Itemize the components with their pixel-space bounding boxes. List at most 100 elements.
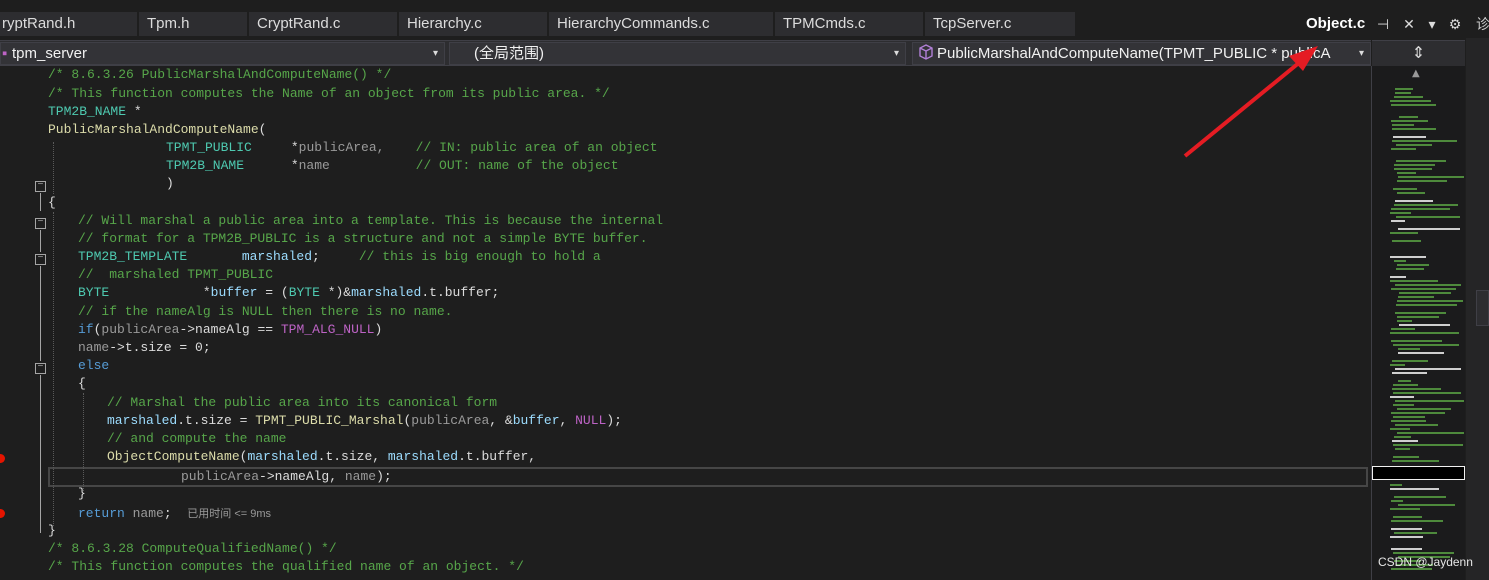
minimap-line — [1399, 292, 1451, 294]
code-line: TPM2B_TEMPLATE marshaled; // this is big… — [78, 248, 601, 266]
diagnostics-panel-tab[interactable]: 诊 — [1476, 14, 1489, 34]
code-text: ; — [163, 506, 172, 521]
project-dropdown[interactable]: ▪ tpm_server ▾ — [0, 42, 445, 65]
minimap-line — [1394, 164, 1435, 166]
minimap-line — [1393, 344, 1459, 346]
chevron-down-icon: ▾ — [1358, 48, 1364, 59]
minimap-line — [1395, 368, 1461, 370]
code-text: , — [559, 413, 576, 428]
tab-label: TPMCmds.c — [783, 15, 866, 32]
tab-tpm-h[interactable]: Tpm.h — [139, 12, 247, 36]
perf-tip-elapsed-time[interactable]: 已用时间 <= 9ms — [187, 508, 271, 520]
minimap-line — [1394, 436, 1411, 438]
navigation-bar: ▪ tpm_server ▾ (全局范围) ▾ PublicMarshalAnd… — [0, 40, 1371, 66]
function-name: TPMT_PUBLIC_Marshal — [255, 413, 404, 428]
minimap-line — [1397, 300, 1463, 302]
project-icon: ▪ — [2, 45, 8, 62]
parameter-name: name — [298, 158, 330, 173]
minimap-line — [1392, 460, 1439, 462]
type-name: TPMT_PUBLIC — [166, 140, 252, 155]
minimap-line — [1392, 440, 1418, 442]
minimap-line — [1398, 348, 1420, 350]
scroll-up-icon[interactable]: ▲ — [1412, 68, 1420, 79]
tab-hierarchy-c[interactable]: Hierarchy.c — [399, 12, 547, 36]
member-dropdown[interactable]: PublicMarshalAndComputeName(TPMT_PUBLIC … — [912, 42, 1371, 65]
scope-dropdown[interactable]: (全局范围) ▾ — [449, 42, 906, 65]
code-text: .t.size, — [317, 449, 388, 464]
minimap-line — [1394, 96, 1423, 98]
split-icon: ⇕ — [1411, 43, 1426, 62]
minimap-line — [1397, 172, 1416, 174]
code-line: publicArea->nameAlg, name); — [181, 468, 392, 486]
code-editor[interactable]: − − − − /* 8.6.3.26 PublicMarshalAndComp… — [0, 66, 1370, 580]
breakpoint-icon[interactable] — [0, 454, 5, 463]
fold-glyph: − — [37, 180, 44, 191]
code-line: // Marshal the public area into its cano… — [107, 394, 497, 412]
gear-icon[interactable]: ⚙ — [1446, 14, 1464, 36]
code-line: /* 8.6.3.26 PublicMarshalAndComputeName(… — [48, 66, 391, 84]
pin-icon[interactable]: ⊣ — [1375, 14, 1391, 36]
tab-cryptrand-h[interactable]: ryptRand.h — [0, 12, 137, 36]
minimap-line — [1391, 120, 1428, 122]
variable-name: buffer — [512, 413, 560, 428]
code-line: /* This function computes the Name of an… — [48, 85, 610, 103]
minimap-line — [1393, 392, 1461, 394]
parameter-name: publicArea — [181, 469, 260, 484]
fold-toggle-icon[interactable]: − — [35, 254, 46, 265]
tab-cryptrand-c[interactable]: CryptRand.c — [249, 12, 397, 36]
code-line: return name; 已用时间 <= 9ms — [78, 505, 271, 523]
tab-tpmcmds-c[interactable]: TPMCmds.c — [775, 12, 923, 36]
fold-toggle-icon[interactable]: − — [35, 181, 46, 192]
side-panel-tab[interactable] — [1476, 290, 1489, 326]
fold-toggle-icon[interactable]: − — [35, 218, 46, 229]
code-text: { — [48, 195, 56, 210]
code-text: * — [244, 158, 299, 173]
code-text: ) — [374, 322, 383, 337]
code-line: // Will marshal a public area into a tem… — [78, 212, 663, 230]
fold-toggle-icon[interactable]: − — [35, 363, 46, 374]
minimap-line — [1390, 488, 1439, 490]
minimap-line — [1390, 428, 1410, 430]
breakpoint-icon[interactable] — [0, 509, 5, 518]
minimap-line — [1390, 484, 1402, 486]
code-line: PublicMarshalAndComputeName( — [48, 121, 266, 139]
minimap-line — [1394, 532, 1437, 534]
tab-tcpserver-c[interactable]: TcpServer.c — [925, 12, 1075, 36]
minimap-line — [1390, 396, 1414, 398]
variable-name: marshaled — [351, 285, 422, 300]
code-line: } — [78, 485, 86, 503]
minimap-line — [1395, 88, 1413, 90]
minimap-line — [1397, 316, 1439, 318]
minimap-line — [1390, 256, 1426, 258]
tab-list-dropdown-icon[interactable]: ▾ — [1424, 14, 1440, 36]
minimap-viewport-indicator[interactable] — [1372, 466, 1465, 480]
minimap-line — [1390, 508, 1420, 510]
split-window-button[interactable]: ⇕ — [1372, 40, 1465, 66]
minimap-line — [1393, 416, 1425, 418]
indent-guide — [53, 212, 54, 526]
keyword: return — [78, 506, 125, 521]
code-text: ); — [606, 413, 622, 428]
code-text: ; — [312, 249, 320, 264]
minimap-line — [1398, 504, 1455, 506]
minimap-line — [1391, 548, 1422, 550]
close-icon[interactable]: ✕ — [1400, 14, 1418, 36]
parameter-name: publicArea, — [298, 140, 385, 155]
minimap-line — [1390, 332, 1459, 334]
code-text: ); — [376, 469, 392, 484]
minimap-scrollbar[interactable]: ▲ — [1371, 66, 1465, 580]
minimap-line — [1397, 320, 1412, 322]
macro-name: NULL — [575, 413, 607, 428]
fold-range-line — [40, 375, 41, 533]
chevron-down-icon: ▾ — [432, 48, 438, 59]
code-text: ) — [166, 176, 174, 191]
code-line: TPM2B_NAME * — [48, 103, 142, 121]
code-text: .t.buffer; — [421, 285, 500, 300]
code-line: if(publicArea->nameAlg == TPM_ALG_NULL) — [78, 321, 382, 339]
code-text: .t.size = — [177, 413, 256, 428]
minimap-line — [1395, 92, 1411, 94]
tab-hierarchycommands-c[interactable]: HierarchyCommands.c — [549, 12, 773, 36]
minimap-line — [1398, 228, 1460, 230]
minimap-line — [1391, 104, 1436, 106]
tab-label: HierarchyCommands.c — [557, 15, 710, 32]
